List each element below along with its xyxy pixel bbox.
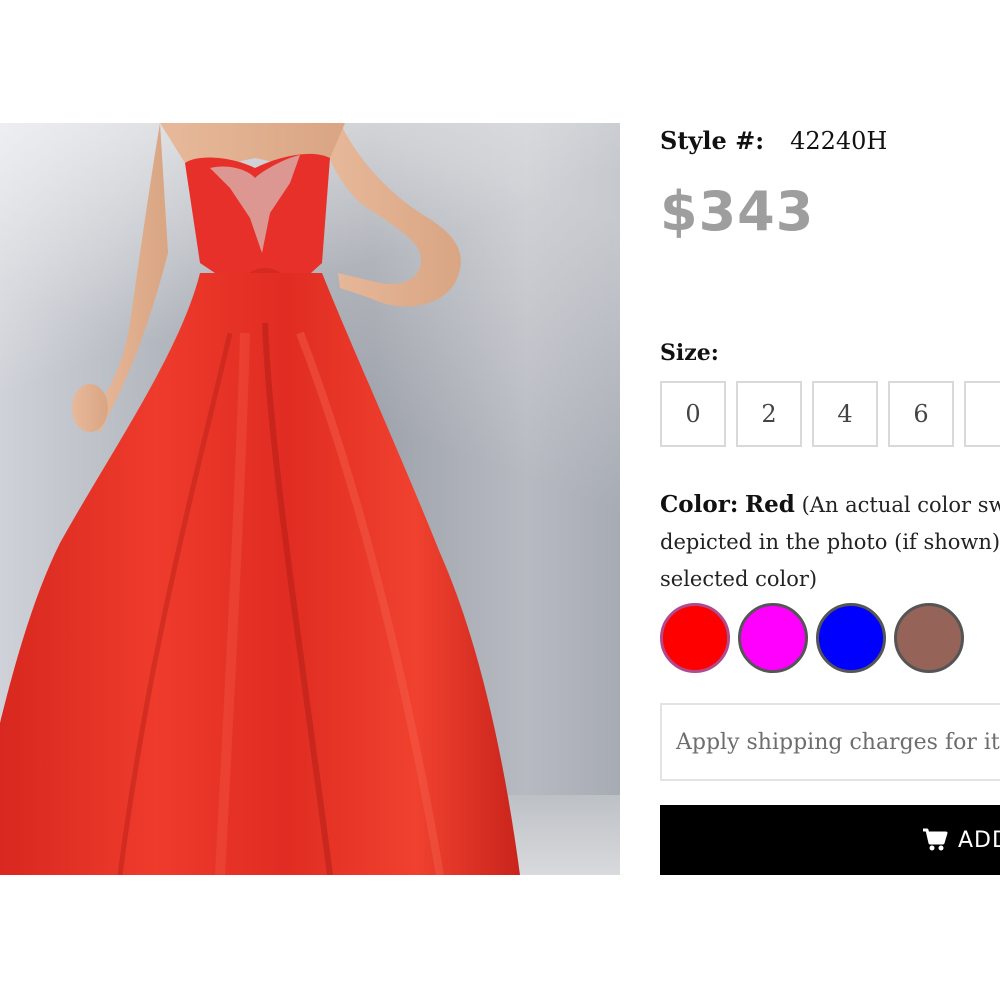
shopping-cart-icon — [922, 828, 948, 852]
color-label: Color: — [660, 491, 739, 518]
swatch-blue[interactable] — [816, 603, 886, 673]
size-options: 0 2 4 6 — [660, 381, 1000, 447]
color-description: Color: Red (An actual color swa depicted… — [660, 486, 1000, 598]
style-label: Style #: — [660, 126, 765, 155]
price: $343 — [660, 180, 815, 243]
color-swatches — [660, 603, 964, 673]
size-label: Size: — [660, 340, 719, 366]
add-to-cart-label: ADD — [958, 827, 1000, 853]
style-number-row: Style #: 42240H — [660, 126, 887, 155]
add-to-cart-button[interactable]: ADD — [660, 805, 1000, 875]
size-option-0[interactable]: 0 — [660, 381, 726, 447]
shipping-text: Apply shipping charges for it — [676, 729, 1000, 755]
swatch-magenta[interactable] — [738, 603, 808, 673]
size-option-next[interactable] — [964, 381, 1000, 447]
swatch-brown[interactable] — [894, 603, 964, 673]
selected-color: Red — [745, 491, 795, 518]
product-photo — [0, 123, 620, 875]
shipping-option[interactable]: Apply shipping charges for it — [660, 703, 1000, 781]
size-option-4[interactable]: 4 — [812, 381, 878, 447]
size-option-2[interactable]: 2 — [736, 381, 802, 447]
style-number: 42240H — [790, 127, 888, 155]
size-option-6[interactable]: 6 — [888, 381, 954, 447]
product-details: Style #: 42240H $343 Size: 0 2 4 6 Color:… — [660, 0, 1000, 1000]
dress-illustration — [0, 123, 520, 875]
swatch-red[interactable] — [660, 603, 730, 673]
